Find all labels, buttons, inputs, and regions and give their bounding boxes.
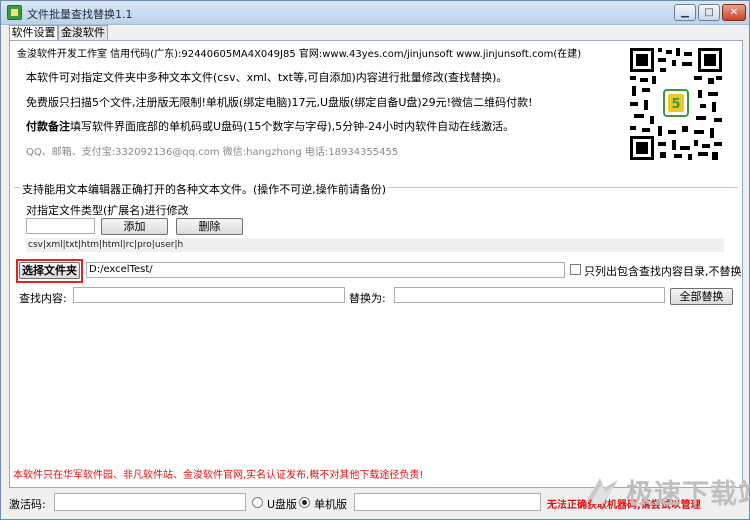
app-window: 文件批量查找替换1.1 ▁ □ ✕ 软件设置 金浚软件 金浚软件开发工作室 信用… — [0, 0, 750, 520]
usb-edition-label: U盘版 — [267, 498, 298, 511]
price-line: 免费版只扫描5个文件,注册版无限制!单机版(绑定电脑)17元,U盘版(绑定自备U… — [26, 96, 533, 109]
only-list-label: 只列出包含查找内容目录,不替换 — [584, 265, 742, 278]
standalone-edition-radio[interactable] — [299, 497, 310, 508]
maximize-button[interactable]: □ — [698, 4, 720, 21]
group-caption: 支持能用文本编辑器正确打开的各种文本文件。(操作不可逆,操作前请备份) — [20, 181, 389, 197]
download-warning: 本软件只在华军软件园、非凡软件站、金浚软件官网,实名认证发布,概不对其他下载途径… — [13, 470, 424, 481]
payment-note-line: 付款备注填写软件界面底部的单机码或U盘码(15个数字与字母),5分钟-24小时内… — [26, 118, 514, 134]
find-input[interactable] — [73, 287, 345, 303]
select-folder-button[interactable]: 选择文件夹 — [19, 262, 80, 279]
folder-path-input[interactable]: D:/excelTest/ — [86, 262, 565, 278]
minimize-button[interactable]: ▁ — [674, 4, 696, 21]
title-bar[interactable]: 文件批量查找替换1.1 ▁ □ ✕ — [1, 1, 749, 25]
contact-line: QQ、邮箱、支付宝:332092136@qq.com 微信:hangzhong … — [26, 147, 399, 158]
studio-info-line: 金浚软件开发工作室 信用代码(广东):92440605MA4X049J85 官网… — [17, 49, 582, 60]
wechat-qr-code: 5 — [628, 46, 724, 162]
usb-edition-radio[interactable] — [252, 497, 263, 508]
watermark-text: 极速下载站 — [626, 479, 750, 510]
app-icon — [7, 5, 22, 20]
extension-list: csv|xml|txt|htm|html|rc|pro|user|h — [26, 238, 724, 252]
window-title: 文件批量查找替换1.1 — [27, 8, 133, 21]
replace-label: 替换为: — [349, 292, 386, 305]
find-label: 查找内容: — [19, 292, 67, 305]
activation-code-input[interactable] — [54, 493, 246, 511]
close-button[interactable]: ✕ — [722, 4, 746, 21]
svg-text:5: 5 — [671, 97, 680, 112]
site-watermark: 极速下载站 — [582, 468, 750, 518]
settings-panel: 金浚软件开发工作室 信用代码(广东):92440605MA4X049J85 官网… — [9, 40, 743, 488]
only-list-checkbox[interactable] — [570, 264, 581, 275]
watermark-logo-icon — [586, 478, 618, 506]
replace-input[interactable] — [394, 287, 665, 303]
tab-jinjun-software[interactable]: 金浚软件 — [58, 25, 108, 40]
extension-input[interactable] — [26, 218, 95, 234]
extension-label: 对指定文件类型(扩展名)进行修改 — [26, 204, 189, 217]
activation-label: 激活码: — [9, 498, 46, 511]
description-line: 本软件可对指定文件夹中多种文本文件(csv、xml、txt等,可自添加)内容进行… — [26, 71, 508, 84]
standalone-edition-label: 单机版 — [314, 498, 347, 511]
replace-all-button[interactable]: 全部替换 — [670, 288, 733, 305]
add-extension-button[interactable]: 添加 — [101, 218, 168, 235]
payment-note-label: 付款备注 — [26, 120, 70, 133]
tab-software-settings[interactable]: 软件设置 — [9, 25, 58, 40]
delete-extension-button[interactable]: 删除 — [176, 218, 243, 235]
machine-code-field — [354, 493, 541, 511]
payment-note-text: 填写软件界面底部的单机码或U盘码(15个数字与字母),5分钟-24小时内软件自动… — [70, 120, 515, 133]
